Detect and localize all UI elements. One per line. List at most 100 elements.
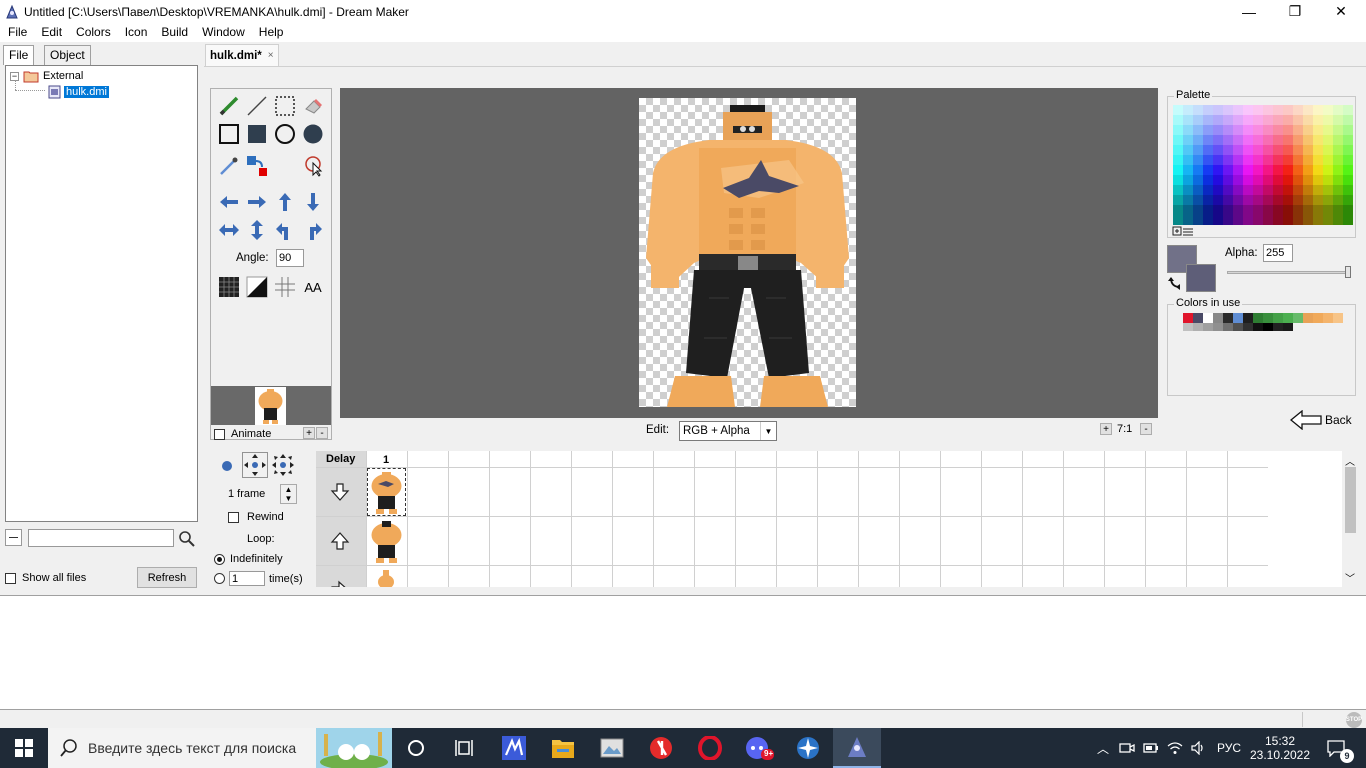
alpha-input[interactable] (1263, 244, 1293, 262)
palette-swatch[interactable] (1203, 145, 1213, 155)
palette-swatch[interactable] (1243, 155, 1253, 165)
palette-options-icon[interactable] (1172, 226, 1194, 236)
palette-swatch[interactable] (1183, 115, 1193, 125)
palette-swatch[interactable] (1183, 145, 1193, 155)
tray-network[interactable] (1164, 728, 1186, 768)
palette-swatch[interactable] (1233, 105, 1243, 115)
palette-swatch[interactable] (1323, 155, 1333, 165)
sprite-canvas[interactable] (639, 98, 856, 407)
show-hidden-icons-button[interactable]: ︿ (1092, 728, 1114, 768)
palette-swatch[interactable] (1313, 135, 1323, 145)
loop-times-radio[interactable] (214, 573, 225, 584)
used-color-swatch[interactable] (1243, 313, 1253, 323)
grid-fill-toggle[interactable] (217, 275, 241, 299)
tree-item-external[interactable]: − External (10, 68, 83, 84)
palette-swatch[interactable] (1173, 175, 1183, 185)
palette-swatch[interactable] (1193, 145, 1203, 155)
palette-swatch[interactable] (1323, 105, 1333, 115)
used-color-swatch[interactable] (1253, 323, 1263, 331)
palette-swatch[interactable] (1343, 205, 1353, 215)
palette-swatch[interactable] (1313, 145, 1323, 155)
palette-swatch[interactable] (1343, 125, 1353, 135)
used-color-swatch[interactable] (1253, 313, 1263, 323)
palette-swatch[interactable] (1233, 195, 1243, 205)
palette-swatch[interactable] (1213, 215, 1223, 225)
palette-swatch[interactable] (1223, 155, 1233, 165)
palette-swatch[interactable] (1253, 145, 1263, 155)
alpha-slider-thumb[interactable] (1345, 266, 1351, 278)
palette-swatch[interactable] (1183, 155, 1193, 165)
palette-swatch[interactable] (1273, 145, 1283, 155)
loop-times-row[interactable]: time(s) (214, 571, 303, 586)
palette-swatch[interactable] (1233, 155, 1243, 165)
palette-swatch[interactable] (1193, 135, 1203, 145)
palette-swatch[interactable] (1313, 155, 1323, 165)
palette-swatch[interactable] (1213, 205, 1223, 215)
palette-swatch[interactable] (1193, 105, 1203, 115)
palette-swatch[interactable] (1293, 165, 1303, 175)
preview-zoom-out-button[interactable]: - (316, 427, 328, 439)
palette-swatch[interactable] (1213, 145, 1223, 155)
palette-swatch[interactable] (1313, 125, 1323, 135)
palette-swatch[interactable] (1173, 155, 1183, 165)
swap-colors-icon[interactable] (1168, 276, 1182, 290)
taskbar-search-box[interactable]: Введите здесь текст для поиска (48, 728, 392, 768)
show-all-files-row[interactable]: Show all files (5, 572, 86, 584)
filled-rectangle-tool[interactable] (245, 122, 269, 146)
animate-row[interactable]: Animate (214, 428, 271, 440)
shift-up-button[interactable] (273, 190, 297, 214)
palette-swatch[interactable] (1343, 115, 1353, 125)
palette-swatch[interactable] (1333, 125, 1343, 135)
palette-swatch[interactable] (1273, 195, 1283, 205)
tab-file[interactable]: File (3, 45, 35, 65)
palette-swatch[interactable] (1223, 115, 1233, 125)
palette-swatch[interactable] (1293, 215, 1303, 225)
palette-swatch[interactable] (1343, 195, 1353, 205)
tab-close-icon[interactable]: × (268, 50, 274, 61)
rewind-checkbox[interactable] (228, 511, 239, 523)
palette-swatch[interactable] (1243, 215, 1253, 225)
palette-swatch[interactable] (1303, 215, 1313, 225)
used-color-swatch[interactable] (1203, 313, 1213, 323)
used-color-swatch[interactable] (1213, 313, 1223, 323)
palette-swatch[interactable] (1203, 175, 1213, 185)
palette-swatch[interactable] (1263, 185, 1273, 195)
palette-swatch[interactable] (1293, 145, 1303, 155)
palette-swatch[interactable] (1253, 135, 1263, 145)
palette-swatch[interactable] (1213, 135, 1223, 145)
palette-swatch[interactable] (1253, 185, 1263, 195)
palette-swatch[interactable] (1193, 215, 1203, 225)
taskbar-app-byond[interactable] (784, 728, 832, 768)
palette-swatch[interactable] (1323, 215, 1333, 225)
palette-swatch[interactable] (1193, 115, 1203, 125)
taskbar-app-pictures[interactable] (588, 728, 636, 768)
tree-item-hulk-dmi[interactable]: hulk.dmi (48, 84, 109, 100)
palette-swatch[interactable] (1193, 125, 1203, 135)
used-color-swatch[interactable] (1263, 323, 1273, 331)
used-color-swatch[interactable] (1233, 323, 1243, 331)
cortana-button[interactable] (392, 728, 440, 768)
zoom-out-button[interactable]: - (1140, 423, 1152, 435)
palette-swatch[interactable] (1293, 155, 1303, 165)
loop-times-input[interactable] (229, 571, 265, 586)
palette-swatch[interactable] (1323, 135, 1333, 145)
eyedropper-tool[interactable] (217, 154, 241, 178)
frame-thumbnail-up[interactable] (368, 518, 405, 564)
palette-swatch[interactable] (1243, 195, 1253, 205)
palette-swatch[interactable] (1273, 215, 1283, 225)
palette-swatch[interactable] (1333, 155, 1343, 165)
palette-swatch[interactable] (1303, 165, 1313, 175)
palette-swatch[interactable] (1203, 155, 1213, 165)
menu-edit[interactable]: Edit (34, 23, 69, 42)
palette-swatch[interactable] (1323, 115, 1333, 125)
palette-swatch[interactable] (1263, 125, 1273, 135)
palette-swatch[interactable] (1253, 165, 1263, 175)
scroll-down-icon[interactable]: ﹀ (1345, 570, 1355, 585)
shift-left-button[interactable] (217, 190, 241, 214)
palette-swatch[interactable] (1213, 185, 1223, 195)
palette-swatch[interactable] (1203, 115, 1213, 125)
palette-swatch[interactable] (1183, 205, 1193, 215)
palette-swatch[interactable] (1183, 135, 1193, 145)
used-color-swatch[interactable] (1173, 313, 1183, 323)
action-center-button[interactable]: 9 (1314, 728, 1358, 768)
